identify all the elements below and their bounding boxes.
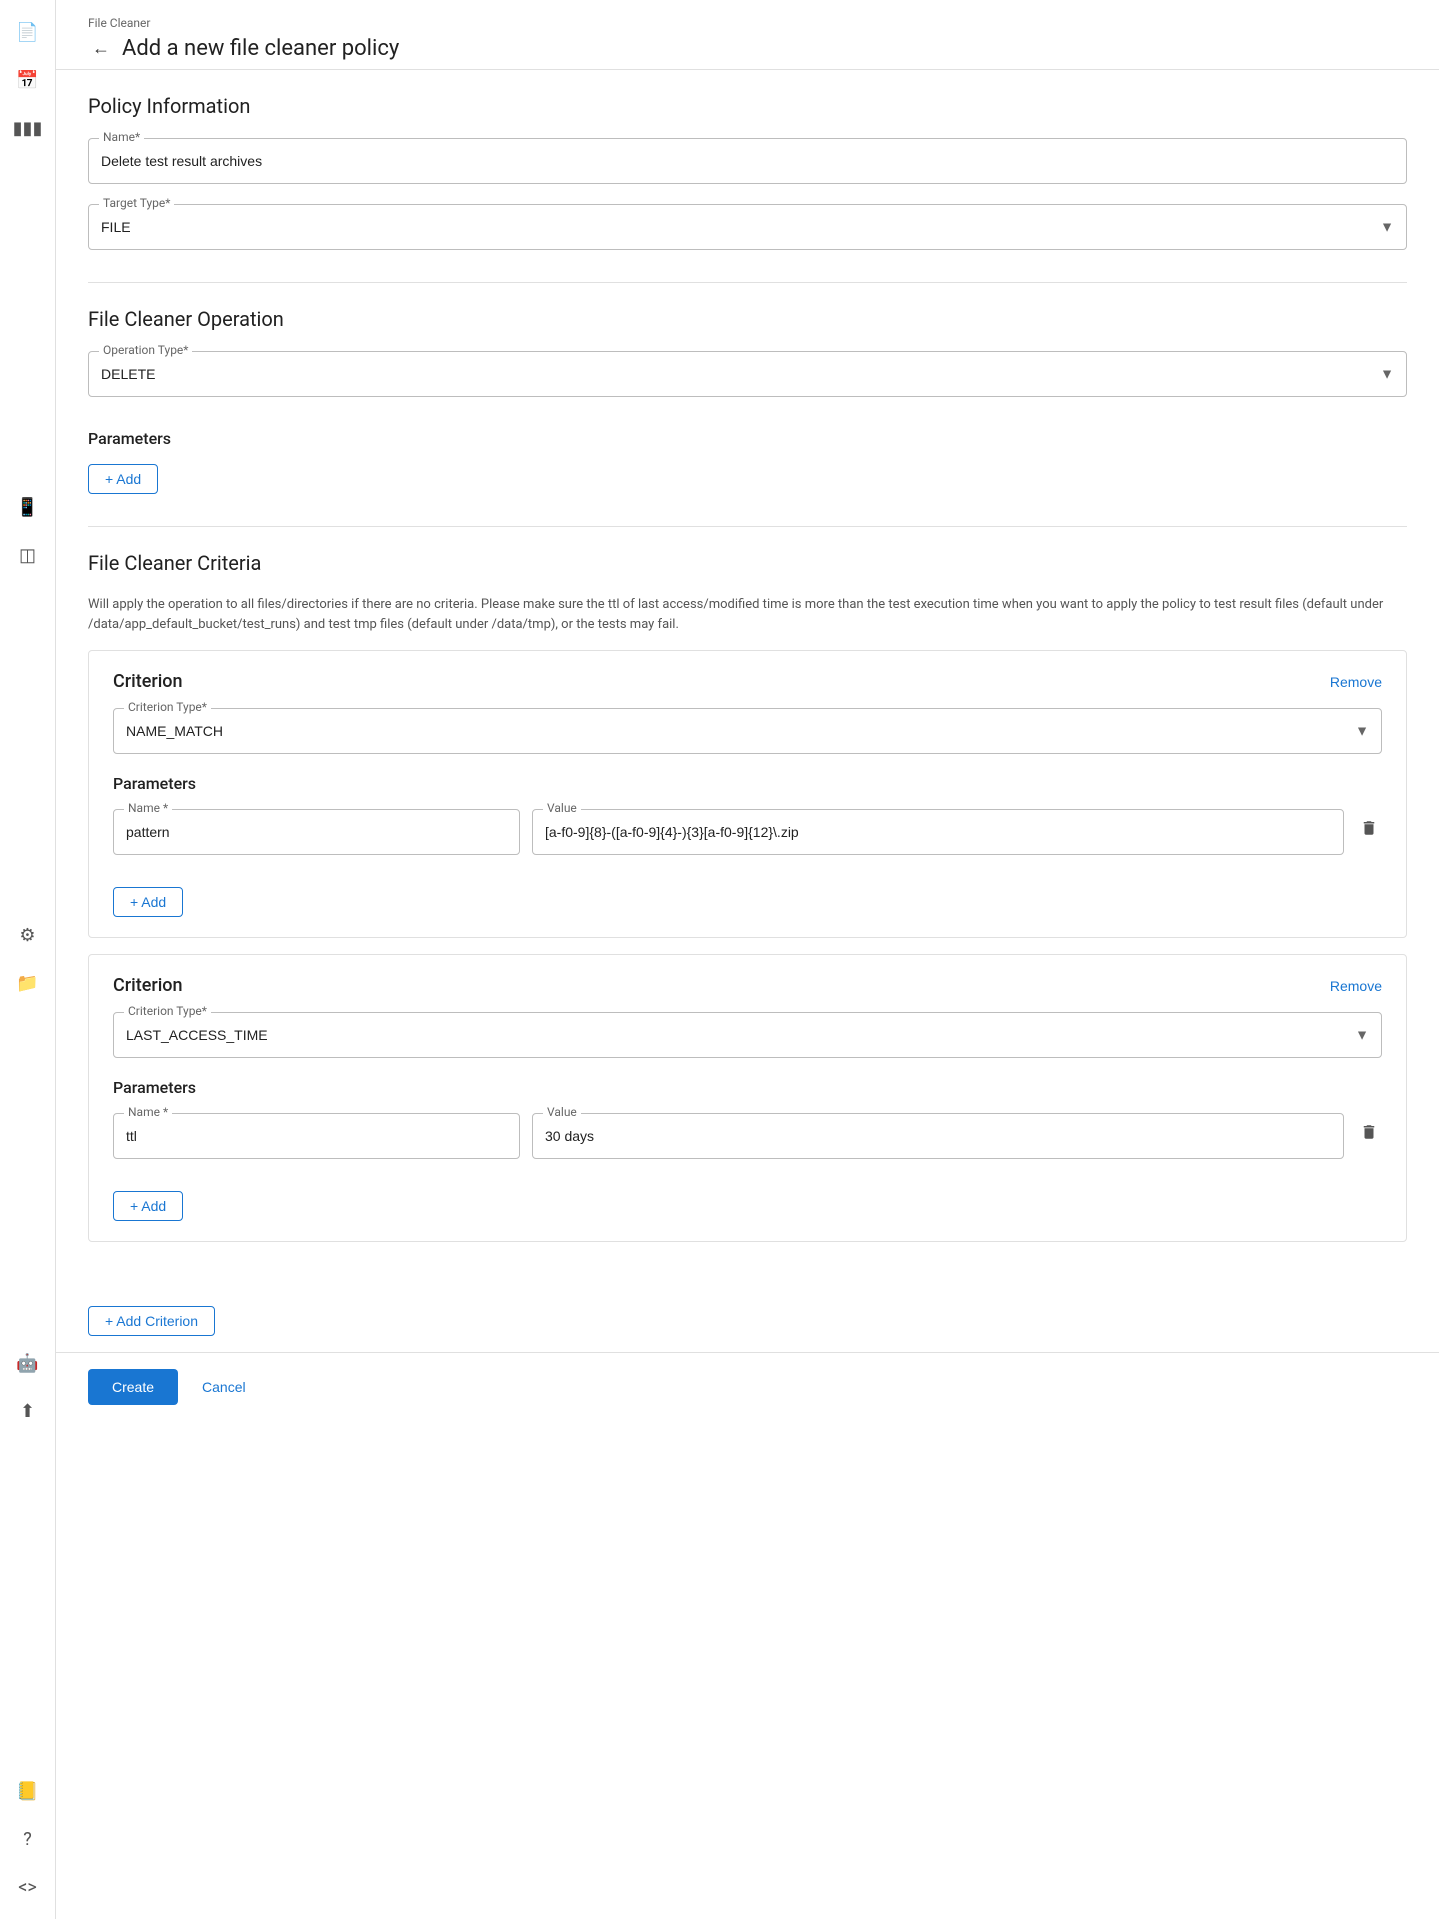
criteria-title: File Cleaner Criteria (88, 551, 1407, 575)
help-icon[interactable]: ? (8, 1819, 48, 1859)
criterion-2-param-delete-button[interactable] (1356, 1113, 1382, 1151)
criterion-title-2: Criterion (113, 975, 183, 996)
policy-info-title: Policy Information (88, 94, 1407, 118)
add-criterion-area: + Add Criterion (56, 1298, 1439, 1352)
criterion-2-param-name-label: Name * (124, 1105, 172, 1119)
criterion-type-1-field-group: Criterion Type* NAME_MATCH LAST_ACCESS_T… (113, 708, 1382, 754)
criterion-1-param-name-input[interactable] (114, 810, 519, 854)
divider-2 (88, 526, 1407, 527)
criterion-1-param-value-input[interactable] (533, 810, 1343, 854)
chart-icon[interactable]: ▮▮▮ (8, 108, 48, 148)
operation-title: File Cleaner Operation (88, 307, 1407, 331)
document-icon[interactable]: 📄 (8, 12, 48, 52)
criterion-2-param-value-field: Value (532, 1113, 1344, 1159)
create-button[interactable]: Create (88, 1369, 178, 1405)
criterion-type-2-select[interactable]: NAME_MATCH LAST_ACCESS_TIME LAST_MODIFIE… (114, 1013, 1381, 1057)
criterion-2-params-title: Parameters (113, 1078, 1382, 1097)
policy-information-section: Policy Information Name* Target Type* FI… (88, 94, 1407, 250)
divider-1 (88, 282, 1407, 283)
phone-icon[interactable]: 📱 (8, 488, 48, 528)
criterion-1-param-name-label: Name * (124, 801, 172, 815)
operation-section: File Cleaner Operation Operation Type* D… (88, 307, 1407, 397)
name-field-group: Name* (88, 138, 1407, 184)
code-icon[interactable]: <> (8, 1867, 48, 1907)
back-button[interactable]: ← (88, 36, 114, 61)
criterion-type-2-field-group: Criterion Type* NAME_MATCH LAST_ACCESS_T… (113, 1012, 1382, 1058)
criterion-2-param-row-1: Name * Value (113, 1113, 1382, 1179)
target-type-field-group: Target Type* FILE DIRECTORY ▼ (88, 204, 1407, 250)
operation-type-select[interactable]: DELETE ARCHIVE (89, 352, 1406, 396)
breadcrumb: File Cleaner (88, 16, 1407, 30)
criterion-1-params-title: Parameters (113, 774, 1382, 793)
robot-icon[interactable]: 🤖 (8, 1343, 48, 1383)
remove-criterion-2-button[interactable]: Remove (1330, 978, 1382, 994)
bottom-actions: Create Cancel (56, 1352, 1439, 1437)
criterion-1-param-name-field: Name * (113, 809, 520, 855)
criterion-type-1-select[interactable]: NAME_MATCH LAST_ACCESS_TIME LAST_MODIFIE… (114, 709, 1381, 753)
remove-criterion-1-button[interactable]: Remove (1330, 674, 1382, 690)
add-parameter-button[interactable]: + Add (88, 464, 158, 494)
add-criterion-1-param-button[interactable]: + Add (113, 887, 183, 917)
criterion-card-2: Criterion Remove Criterion Type* NAME_MA… (88, 954, 1407, 1242)
add-criterion-button[interactable]: + Add Criterion (88, 1306, 215, 1336)
main-content: File Cleaner ← Add a new file cleaner po… (56, 0, 1439, 1919)
criterion-2-param-name-field: Name * (113, 1113, 520, 1159)
criterion-header-2: Criterion Remove (113, 975, 1382, 996)
op-type-field-group: Operation Type* DELETE ARCHIVE ▼ (88, 351, 1407, 397)
criterion-2-param-value-input[interactable] (533, 1114, 1343, 1158)
settings-icon[interactable]: ⚙ (8, 916, 48, 956)
notes-icon[interactable]: 📒 (8, 1771, 48, 1811)
form-content: Policy Information Name* Target Type* FI… (56, 70, 1439, 1298)
page-title: Add a new file cleaner policy (122, 36, 399, 61)
criterion-1-param-value-field: Value (532, 809, 1344, 855)
calendar-icon[interactable]: 📅 (8, 60, 48, 100)
criterion-card-1: Criterion Remove Criterion Type* NAME_MA… (88, 650, 1407, 938)
criterion-2-param-value-label: Value (543, 1105, 581, 1119)
parameters-title: Parameters (88, 429, 1407, 448)
sidebar: 📄 📅 ▮▮▮ 📱 ◫ ⚙ 📁 🤖 ⬆ 📒 ? <> (0, 0, 56, 1919)
name-input[interactable] (89, 139, 1406, 183)
criteria-info-text: Will apply the operation to all files/di… (88, 595, 1407, 634)
target-type-select[interactable]: FILE DIRECTORY (89, 205, 1406, 249)
name-label: Name* (99, 130, 144, 144)
cancel-button[interactable]: Cancel (194, 1369, 254, 1405)
page-header: File Cleaner ← Add a new file cleaner po… (56, 0, 1439, 70)
criterion-title-1: Criterion (113, 671, 183, 692)
add-criterion-2-param-button[interactable]: + Add (113, 1191, 183, 1221)
criterion-1-param-delete-button[interactable] (1356, 809, 1382, 847)
criterion-1-param-value-label: Value (543, 801, 581, 815)
criterion-header-1: Criterion Remove (113, 671, 1382, 692)
parameters-section: Parameters + Add (88, 429, 1407, 494)
layers-icon[interactable]: ◫ (8, 536, 48, 576)
upload-icon[interactable]: ⬆ (8, 1391, 48, 1431)
criterion-2-param-name-input[interactable] (114, 1114, 519, 1158)
criterion-1-param-row-1: Name * Value (113, 809, 1382, 875)
criteria-section: File Cleaner Criteria Will apply the ope… (88, 551, 1407, 1242)
folder-icon[interactable]: 📁 (8, 964, 48, 1004)
